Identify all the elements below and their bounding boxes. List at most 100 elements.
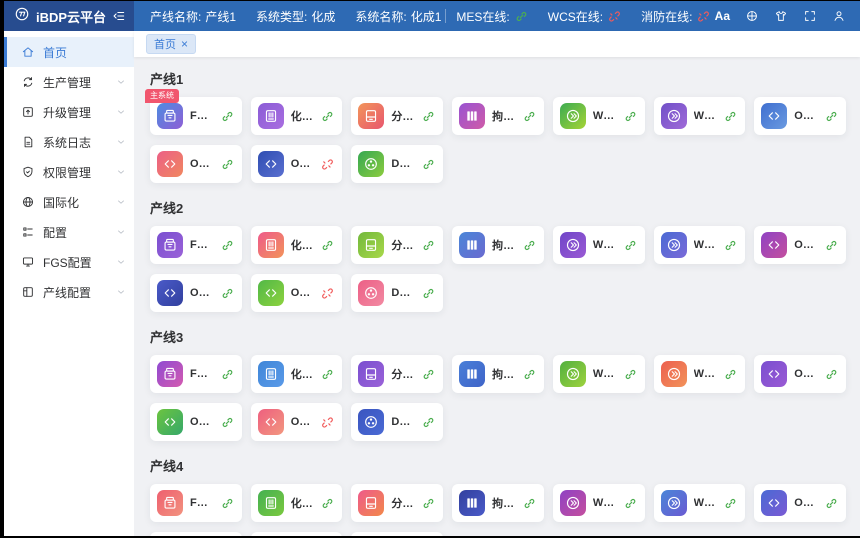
system-card-ocv1[interactable]: OCV1 — [754, 226, 846, 264]
capacity-icon — [358, 103, 384, 129]
system-card-dcir1[interactable]: DCIR1 — [351, 145, 443, 183]
system-card-fms1[interactable]: FMS1 — [150, 226, 242, 264]
system-card-ocv2[interactable]: OCV2 — [150, 145, 242, 183]
sidebar-item-label: 产线配置 — [43, 284, 91, 301]
sidebar-item-production[interactable]: 生产管理 — [4, 67, 134, 97]
sidebar-item-fgs[interactable]: FGS配置 — [4, 247, 134, 277]
info-value: 产线1 — [205, 8, 236, 25]
system-card-dcir1[interactable]: DCIR1 — [351, 403, 443, 441]
section-title: 产线1 — [150, 69, 846, 88]
card-grid: 主系统FMS1化成1 分容1 拘束机WCS1WCS2OCV1 OCV2 OCV3 DCIR… — [150, 97, 846, 183]
system-card-dcir1[interactable]: DCIR1 — [351, 274, 443, 312]
fullscreen-icon[interactable] — [803, 9, 817, 23]
system-card-dcir1[interactable]: DCIR1 — [351, 532, 443, 536]
link-broken-icon — [321, 287, 334, 300]
system-card-ocv2[interactable]: OCV2 — [150, 532, 242, 536]
system-card-ocv1[interactable]: OCV1 — [754, 484, 846, 522]
card-label: WCS1 — [593, 239, 617, 251]
system-card-wcs1[interactable]: WCS1 — [553, 226, 645, 264]
capacity-icon — [358, 232, 384, 258]
card-label: OCV3 — [291, 158, 315, 170]
link-online-icon — [422, 497, 435, 510]
system-card-ocv2[interactable]: OCV2 — [150, 403, 242, 441]
sidebar-item-logs[interactable]: 系统日志 — [4, 127, 134, 157]
dcir-icon — [358, 409, 384, 435]
sidebar-item-lineconfig[interactable]: 产线配置 — [4, 277, 134, 307]
system-card-fms1[interactable]: FMS1 — [150, 355, 242, 393]
system-card-ocv1[interactable]: OCV1 — [754, 355, 846, 393]
system-card-拘束机[interactable]: 拘束机 — [452, 226, 544, 264]
system-card-wcs1[interactable]: WCS1 — [553, 484, 645, 522]
ocv-icon — [157, 151, 183, 177]
system-card-分容1[interactable]: 分容1 — [351, 355, 443, 393]
system-card-拘束机[interactable]: 拘束机 — [452, 484, 544, 522]
header-actions: Aa — [715, 1, 860, 31]
capacity-icon — [358, 361, 384, 387]
system-card-分容1[interactable]: 分容1 — [351, 484, 443, 522]
sidebar-item-config[interactable]: 配置 — [4, 217, 134, 247]
system-card-拘束机[interactable]: 拘束机 — [452, 97, 544, 135]
system-card-wcs1[interactable]: WCS1 — [553, 355, 645, 393]
section-title: 产线3 — [150, 327, 846, 346]
ocv-icon — [761, 232, 787, 258]
dcir-icon — [358, 151, 384, 177]
system-card-化成1[interactable]: 化成1 — [251, 355, 343, 393]
collapse-sidebar-icon[interactable] — [112, 9, 126, 23]
system-card-化成1[interactable]: 化成1 — [251, 97, 343, 135]
fms-icon — [157, 103, 183, 129]
card-label: DCIR1 — [391, 416, 415, 428]
logs-icon — [21, 135, 35, 149]
system-card-wcs2[interactable]: WCS2 — [654, 355, 746, 393]
sidebar-item-home[interactable]: 首页 — [4, 37, 134, 67]
tab-close-icon[interactable]: × — [181, 38, 188, 50]
formation-icon — [258, 490, 284, 516]
card-label: OCV3 — [291, 416, 315, 428]
system-card-ocv3[interactable]: OCV3 — [251, 145, 343, 183]
link-online-icon — [724, 239, 737, 252]
system-card-分容1[interactable]: 分容1 — [351, 226, 443, 264]
system-card-wcs1[interactable]: WCS1 — [553, 97, 645, 135]
user-icon[interactable] — [832, 9, 846, 23]
theme-skin-icon[interactable] — [774, 9, 788, 23]
link-online-icon — [321, 239, 334, 252]
tab-bar: 首页× — [134, 31, 860, 57]
system-card-fms1[interactable]: 主系统FMS1 — [150, 97, 242, 135]
font-size-icon[interactable]: Aa — [715, 9, 730, 23]
link-online-icon — [221, 110, 234, 123]
tab-home[interactable]: 首页× — [146, 34, 196, 54]
content-area[interactable]: 产线1主系统FMS1化成1分容1拘束机WCS1WCS2OCV1OCV2OCV3D… — [134, 57, 860, 536]
system-card-ocv3[interactable]: OCV3 — [251, 532, 343, 536]
fgs-icon — [21, 255, 35, 269]
card-label: 分容1 — [391, 108, 415, 124]
system-card-wcs2[interactable]: WCS2 — [654, 484, 746, 522]
card-label: 化成1 — [291, 366, 315, 382]
link-broken-icon — [697, 10, 710, 23]
system-card-分容1[interactable]: 分容1 — [351, 97, 443, 135]
system-card-wcs2[interactable]: WCS2 — [654, 226, 746, 264]
sidebar-item-upgrade[interactable]: 升级管理 — [4, 97, 134, 127]
card-label: FMS1 — [190, 110, 214, 122]
main-system-badge: 主系统 — [145, 89, 179, 103]
link-online-icon — [724, 497, 737, 510]
link-online-icon — [221, 287, 234, 300]
upgrade-icon — [21, 105, 35, 119]
top-header-bar: iBDP云平台 产线名称:产线1系统类型:化成系统名称:化成1 MES在线:WC… — [4, 1, 860, 31]
chevron-down-icon — [116, 227, 126, 237]
card-label: DCIR1 — [391, 287, 415, 299]
sidebar-item-permission[interactable]: 权限管理 — [4, 157, 134, 187]
system-card-拘束机[interactable]: 拘束机 — [452, 355, 544, 393]
system-card-fms1[interactable]: FMS1 — [150, 484, 242, 522]
logo-bar: iBDP云平台 — [4, 1, 134, 31]
language-globe-icon[interactable] — [745, 9, 759, 23]
system-card-ocv1[interactable]: OCV1 — [754, 97, 846, 135]
system-card-wcs2[interactable]: WCS2 — [654, 97, 746, 135]
status-label: WCS在线: — [548, 8, 603, 25]
card-label: DCIR1 — [391, 158, 415, 170]
system-card-ocv2[interactable]: OCV2 — [150, 274, 242, 312]
sidebar-item-globe[interactable]: 国际化 — [4, 187, 134, 217]
system-card-化成1[interactable]: 化成1 — [251, 226, 343, 264]
system-card-ocv3[interactable]: OCV3 — [251, 274, 343, 312]
system-card-化成1[interactable]: 化成1 — [251, 484, 343, 522]
link-online-icon — [624, 239, 637, 252]
system-card-ocv3[interactable]: OCV3 — [251, 403, 343, 441]
